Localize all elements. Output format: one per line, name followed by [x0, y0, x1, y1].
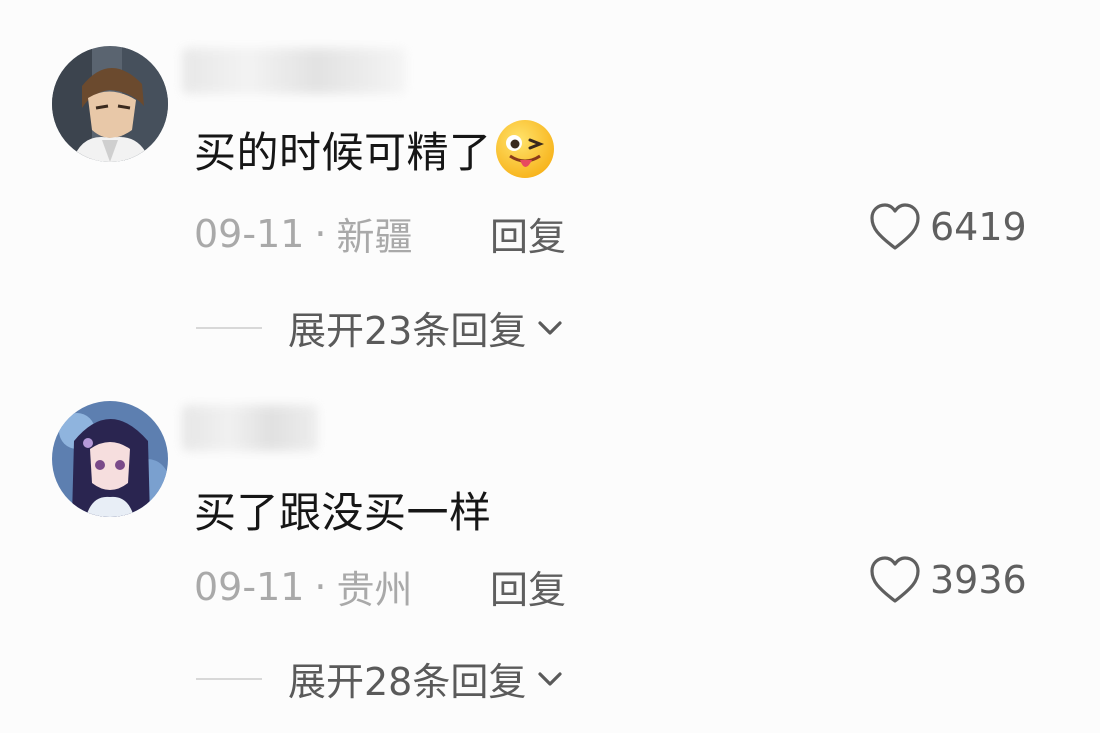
like-button[interactable]: 3936	[868, 555, 1027, 605]
user-avatar[interactable]	[52, 46, 168, 162]
expand-replies-button[interactable]: 展开28条回复	[196, 651, 568, 706]
user-avatar[interactable]	[52, 401, 168, 517]
comment-body: 买的时候可精了	[194, 127, 492, 177]
like-count: 3936	[930, 558, 1027, 602]
heart-outline-icon	[870, 203, 920, 250]
comment-location: 贵州	[336, 568, 413, 612]
comment-meta: 09-11 · 新疆	[194, 206, 413, 261]
reply-button[interactable]: 回复	[490, 206, 566, 261]
avatar-image	[52, 46, 168, 162]
meta-separator: ·	[314, 564, 327, 609]
comment-text: 买了跟没买一样	[194, 479, 492, 540]
chevron-down-icon	[538, 671, 562, 686]
comment-date: 09-11	[194, 211, 305, 256]
like-button[interactable]: 6419	[868, 202, 1027, 252]
expand-replies-label: 展开23条回复	[288, 309, 527, 353]
comment-date: 09-11	[194, 564, 305, 609]
reply-button[interactable]: 回复	[490, 559, 566, 614]
expand-replies-button[interactable]: 展开23条回复	[196, 300, 568, 355]
username-redacted[interactable]	[182, 48, 406, 94]
chevron-down-icon	[538, 320, 562, 335]
like-count: 6419	[930, 205, 1027, 249]
divider-line	[196, 677, 262, 680]
comment-item: 买的时候可精了 09-11 · 新疆 回复 6419 展开23条回复	[0, 0, 1100, 353]
meta-separator: ·	[314, 211, 327, 256]
username-redacted[interactable]	[182, 405, 318, 451]
avatar-image	[52, 401, 168, 517]
winking-face-tongue-emoji-icon	[494, 118, 556, 180]
comment-meta: 09-11 · 贵州	[194, 559, 413, 614]
comment-location: 新疆	[336, 215, 413, 259]
comment-text: 买的时候可精了	[194, 118, 556, 180]
expand-replies-label: 展开28条回复	[288, 660, 527, 704]
comment-body: 买了跟没买一样	[194, 488, 492, 537]
comment-item: 买了跟没买一样 09-11 · 贵州 回复 3936 展开28条回复	[0, 355, 1100, 705]
divider-line	[196, 326, 262, 329]
heart-outline-icon	[870, 556, 920, 603]
